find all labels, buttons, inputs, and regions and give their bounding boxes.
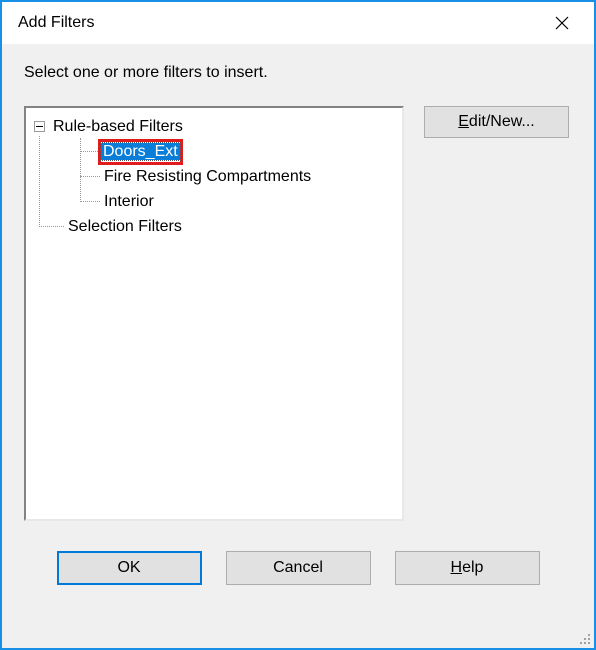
tree-node-interior[interactable]: Interior [30, 189, 398, 214]
tree-node-rule-filters[interactable]: Rule-based Filters [30, 114, 398, 139]
tree-label-rule-filters: Rule-based Filters [51, 115, 185, 139]
help-remainder: elp [462, 559, 483, 576]
main-row: Rule-based Filters Doors_Ext Fire Resist… [24, 106, 572, 521]
tree-label-doors-ext: Doors_Ext [101, 143, 180, 160]
edit-new-button[interactable]: Edit/New... [424, 106, 569, 138]
filter-tree[interactable]: Rule-based Filters Doors_Ext Fire Resist… [24, 106, 404, 521]
dialog-window: Add Filters Select one or more filters t… [0, 0, 596, 650]
annotation-highlight: Doors_Ext [98, 139, 183, 165]
cancel-button[interactable]: Cancel [226, 551, 371, 585]
ok-button[interactable]: OK [57, 551, 202, 585]
tree-node-doors-ext[interactable]: Doors_Ext [30, 139, 398, 164]
instruction-text: Select one or more filters to insert. [24, 64, 572, 82]
dialog-title: Add Filters [18, 14, 94, 32]
tree-root: Rule-based Filters Doors_Ext Fire Resist… [30, 114, 398, 239]
tree-node-selection-filters[interactable]: Selection Filters [30, 214, 398, 239]
tree-label-interior: Interior [102, 190, 156, 214]
edit-new-remainder: dit/New... [469, 113, 535, 130]
tree-node-fire-resisting[interactable]: Fire Resisting Compartments [30, 164, 398, 189]
collapse-icon[interactable] [34, 121, 45, 132]
button-row: OK Cancel Help [24, 521, 572, 585]
dialog-content: Select one or more filters to insert. Ru… [2, 44, 594, 585]
tree-label-fire-resisting: Fire Resisting Compartments [102, 165, 313, 189]
help-button[interactable]: Help [395, 551, 540, 585]
close-button[interactable] [542, 7, 582, 39]
mnemonic-underline: E [458, 113, 469, 130]
titlebar: Add Filters [2, 2, 594, 44]
close-icon [555, 16, 569, 30]
tree-label-selection-filters: Selection Filters [66, 215, 184, 239]
resize-grip[interactable] [576, 630, 590, 644]
mnemonic-underline: H [451, 559, 463, 576]
